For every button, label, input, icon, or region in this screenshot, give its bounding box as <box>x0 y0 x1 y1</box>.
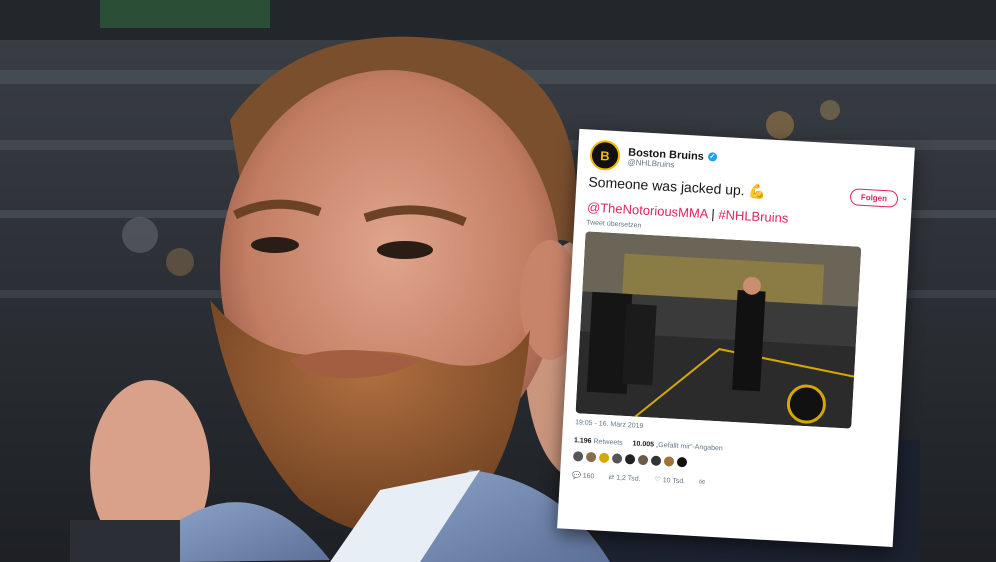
reply-icon: 💬 <box>571 472 581 480</box>
likes-count: 10.005 <box>632 440 655 449</box>
avatar[interactable] <box>663 456 675 467</box>
like-count: 10 Tsd. <box>662 477 686 486</box>
tweet-header: B Boston Bruins ✓ @NHLBruins <box>589 139 718 177</box>
envelope-icon: ✉ <box>698 479 706 487</box>
liker-avatars <box>572 451 688 468</box>
tweet-screenshot: B Boston Bruins ✓ @NHLBruins Folgen ⌄ So… <box>557 128 915 548</box>
tweet-text: Someone was jacked up. 💪 <box>588 174 766 201</box>
retweet-icon: ⇄ <box>608 474 615 482</box>
avatar[interactable] <box>624 454 636 465</box>
avatar[interactable] <box>585 451 597 463</box>
likes-label: „Gefällt mir“-Angaben <box>655 441 723 453</box>
mention-link[interactable]: @TheNotoriousMMA <box>587 199 709 221</box>
avatar[interactable] <box>650 455 662 466</box>
locker-room-photo <box>575 231 862 429</box>
heart-icon: ♡ <box>654 476 661 485</box>
avatar[interactable] <box>637 454 649 466</box>
reply-button[interactable]: 💬 160 <box>572 471 595 480</box>
reply-count: 160 <box>582 472 595 481</box>
separator: | <box>710 206 716 222</box>
retweet-button[interactable]: ⇄ 1,2 Tsd. <box>608 473 641 483</box>
avatar[interactable] <box>572 451 584 462</box>
avatar[interactable] <box>676 456 688 468</box>
likes-stat[interactable]: 10.005 „Gefällt mir“-Angaben <box>632 440 723 452</box>
avatar[interactable] <box>598 452 610 464</box>
translate-link[interactable]: Tweet übersetzen <box>586 219 642 229</box>
tweet-card: B Boston Bruins ✓ @NHLBruins Folgen ⌄ So… <box>557 128 915 548</box>
retweet-count: 1,2 Tsd. <box>615 474 641 483</box>
tweet-stats: 1.196 Retweets 10.005 „Gefällt mir“-Anga… <box>574 437 723 452</box>
tweet-text-content: Someone was jacked up. <box>588 173 746 199</box>
follow-button[interactable]: Folgen <box>849 188 899 208</box>
retweets-count: 1.196 <box>573 437 592 446</box>
tweet-timestamp: 19:05 - 16. März 2019 <box>574 419 644 430</box>
chevron-down-icon[interactable]: ⌄ <box>901 193 908 202</box>
avatar[interactable] <box>611 453 623 464</box>
message-button[interactable]: ✉ <box>699 478 705 486</box>
bruins-logo-avatar: B <box>589 139 621 172</box>
tweet-actions: 💬 160 ⇄ 1,2 Tsd. ♡ 10 Tsd. ✉ <box>572 471 705 486</box>
like-button[interactable]: ♡ 10 Tsd. <box>654 476 685 486</box>
hashtag-link[interactable]: #NHLBruins <box>718 207 789 226</box>
flexed-biceps-emoji: 💪 <box>748 182 767 200</box>
verified-icon: ✓ <box>707 152 718 162</box>
retweets-label: Retweets <box>593 438 623 447</box>
retweets-stat[interactable]: 1.196 Retweets <box>574 437 623 447</box>
